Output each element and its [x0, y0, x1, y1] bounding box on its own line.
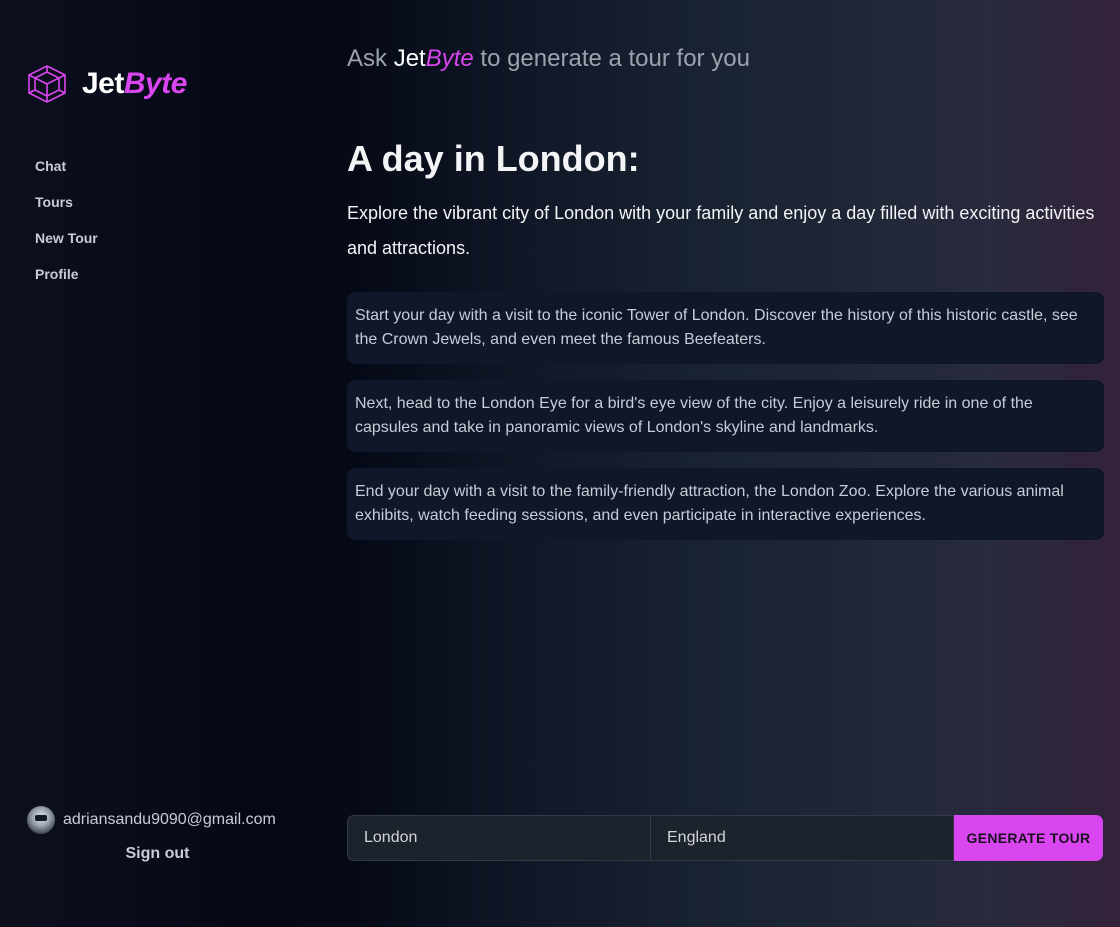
country-input[interactable] — [651, 815, 954, 861]
sidebar: JetByte Chat Tours New Tour Profile adri… — [0, 0, 315, 927]
page-heading: Ask JetByte to generate a tour for you — [347, 45, 750, 73]
tour-stop-card: Start your day with a visit to the iconi… — [347, 292, 1104, 364]
heading-suffix: to generate a tour for you — [473, 45, 750, 72]
user-email: adriansandu9090@gmail.com — [63, 811, 276, 828]
sidebar-item-new-tour[interactable]: New Tour — [35, 228, 98, 264]
tour-stop-card: Next, head to the London Eye for a bird'… — [347, 380, 1104, 452]
sidebar-item-tours[interactable]: Tours — [35, 192, 98, 228]
sidebar-nav: Chat Tours New Tour Profile — [35, 156, 98, 300]
hexagon-cube-icon — [28, 65, 66, 103]
brand-name-prefix: Jet — [82, 67, 124, 100]
brand-logo[interactable]: JetByte — [26, 64, 187, 104]
generate-tour-button[interactable]: GENERATE TOUR — [954, 815, 1103, 861]
tour-description: Explore the vibrant city of London with … — [347, 203, 1095, 258]
brand-name-accent: Byte — [123, 67, 188, 100]
user-info[interactable]: adriansandu9090@gmail.com — [27, 806, 276, 834]
tour-title: A day in London: — [347, 138, 640, 179]
tour-stop-card: End your day with a visit to the family-… — [347, 468, 1104, 540]
brand-name: JetByte — [82, 67, 187, 101]
tour-form: GENERATE TOUR — [347, 815, 1103, 861]
sign-out-button[interactable]: Sign out — [0, 845, 315, 863]
tour-stops: Start your day with a visit to the iconi… — [347, 292, 1104, 556]
heading-brand-prefix: Jet — [393, 45, 426, 72]
sidebar-item-chat[interactable]: Chat — [35, 156, 98, 192]
sidebar-item-profile[interactable]: Profile — [35, 264, 98, 300]
heading-brand-accent: Byte — [425, 45, 474, 72]
city-input[interactable] — [347, 815, 651, 861]
avatar[interactable] — [27, 806, 55, 834]
heading-prefix: Ask — [347, 45, 394, 72]
